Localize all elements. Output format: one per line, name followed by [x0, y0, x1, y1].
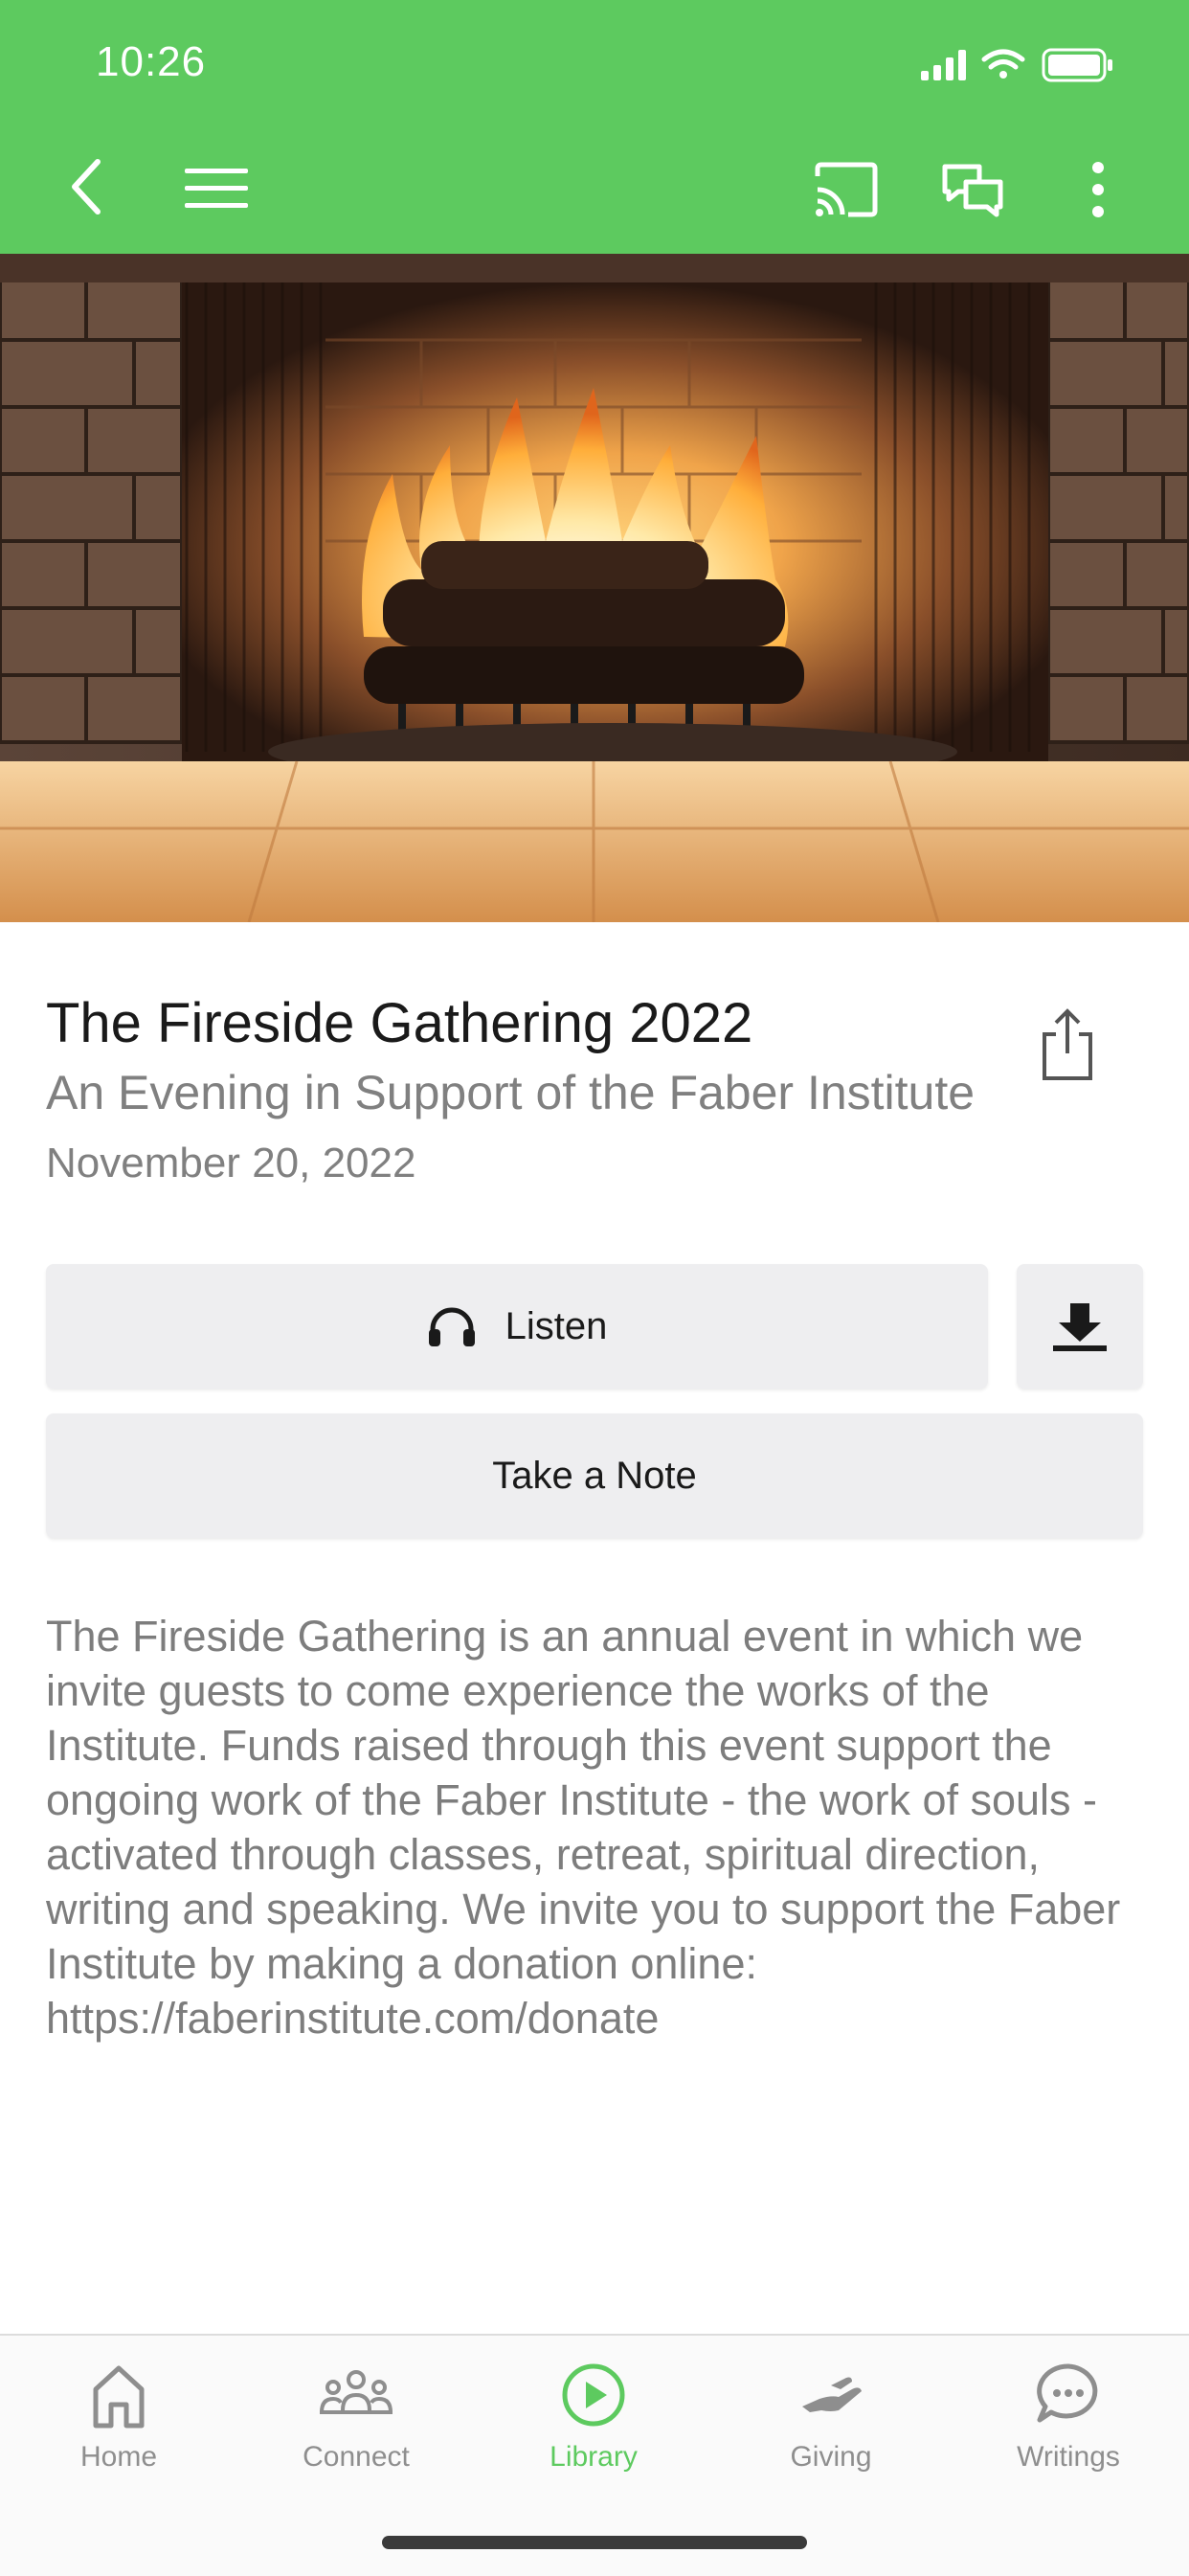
back-button[interactable]	[57, 153, 115, 220]
listen-button[interactable]: Listen	[46, 1264, 988, 1389]
listen-label: Listen	[505, 1304, 608, 1347]
cast-button[interactable]	[810, 159, 881, 220]
download-button[interactable]	[1017, 1264, 1143, 1389]
wifi-icon	[981, 49, 1025, 79]
signal-icon	[921, 50, 966, 80]
hamburger-menu-icon	[185, 169, 248, 208]
fireplace-illustration	[0, 254, 1189, 922]
giving-hand-icon	[802, 2377, 862, 2412]
page-title: The Fireside Gathering 2022	[46, 992, 753, 1054]
battery-icon	[1042, 48, 1112, 82]
chevron-left-icon	[72, 159, 101, 215]
home-icon	[93, 2365, 145, 2429]
chat-bubbles-icon	[942, 164, 1003, 217]
hero-image	[0, 254, 1189, 922]
chat-button[interactable]	[938, 159, 1007, 220]
tab-library[interactable]: Library	[475, 2336, 712, 2527]
publish-date: November 20, 2022	[46, 1140, 416, 1186]
headphones-icon	[428, 1307, 475, 1346]
more-vertical-icon	[1092, 162, 1104, 217]
page-subtitle: An Evening in Support of the Faber Insti…	[46, 1066, 976, 1119]
home-indicator	[382, 2536, 807, 2549]
cast-icon	[815, 162, 878, 217]
chat-bubble-icon	[1037, 2363, 1098, 2423]
more-options-button[interactable]	[1082, 159, 1114, 220]
tab-home-label: Home	[79, 2441, 158, 2473]
tab-giving[interactable]: Giving	[712, 2336, 950, 2527]
take-note-button[interactable]: Take a Note	[46, 1413, 1143, 1538]
tab-writings[interactable]: Writings	[950, 2336, 1187, 2527]
tab-giving-label: Giving	[790, 2441, 872, 2473]
share-icon	[1043, 1008, 1092, 1080]
tab-connect-label: Connect	[303, 2441, 410, 2473]
tab-connect[interactable]: Connect	[237, 2336, 475, 2527]
tab-home[interactable]: Home	[0, 2336, 237, 2527]
download-icon	[1053, 1303, 1107, 1351]
app-header: 10:26	[0, 0, 1189, 254]
status-icons	[921, 48, 1112, 82]
status-time: 10:26	[96, 38, 207, 85]
tab-writings-label: Writings	[1017, 2441, 1120, 2473]
share-button[interactable]	[1039, 1006, 1106, 1082]
description-text: The Fireside Gathering is an annual even…	[46, 1612, 1121, 2043]
take-note-label: Take a Note	[492, 1454, 697, 1497]
menu-button[interactable]	[180, 161, 253, 216]
play-circle-icon	[562, 2363, 625, 2427]
tab-library-label: Library	[550, 2441, 638, 2473]
group-icon	[320, 2370, 393, 2414]
